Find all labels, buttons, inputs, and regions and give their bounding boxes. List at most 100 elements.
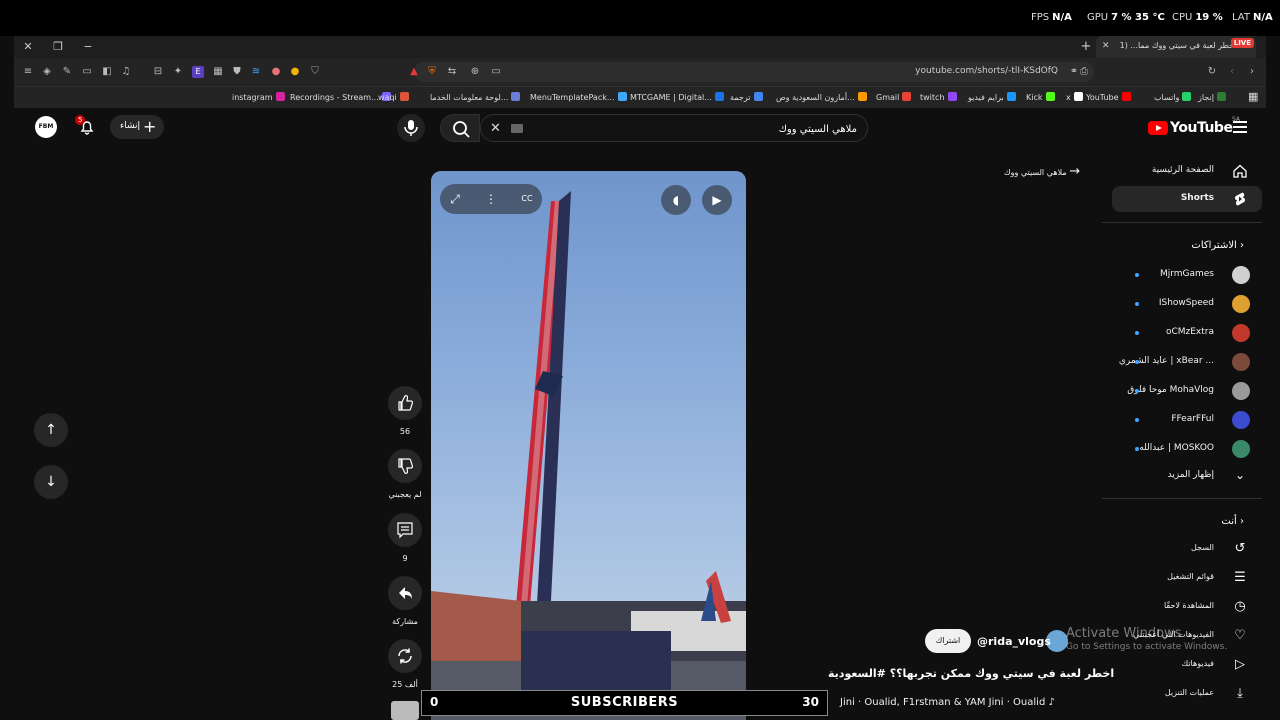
music-thumbnail[interactable] (391, 701, 419, 720)
bookmark-item[interactable]: MenuTemplatePack... (530, 92, 627, 102)
next-short-button[interactable]: ↓ (34, 465, 68, 499)
bookmark-item[interactable]: MTCGAME | Digital... (630, 92, 724, 102)
translate-icon[interactable]: ⇆ (446, 66, 458, 78)
bookmark-item[interactable]: ترجمة (730, 92, 763, 102)
wave-extension-icon[interactable]: ≋ (250, 66, 262, 78)
comments-button[interactable]: 9 (388, 513, 422, 563)
previous-short-button[interactable]: ↑ (34, 413, 68, 447)
new-content-dot (1135, 360, 1139, 364)
share-button[interactable]: مشاركة (388, 576, 422, 626)
search-input[interactable] (537, 121, 857, 137)
thumbs-down-icon (398, 458, 414, 474)
keyboard-icon[interactable] (511, 124, 523, 133)
extension-icon[interactable]: ⊟ (152, 66, 164, 78)
apps-grid-icon[interactable]: ▦ (1248, 90, 1258, 103)
close-tab-icon[interactable]: ✕ (1102, 41, 1110, 51)
back-icon[interactable]: ‹ (1226, 66, 1238, 78)
bookmark-item[interactable]: Gmail (876, 92, 912, 102)
bookmark-icon[interactable]: ⎙ (1078, 66, 1090, 78)
lion-icon[interactable]: ⛨ (426, 66, 438, 78)
bookmark-favicon-icon (1073, 92, 1083, 101)
play-icon[interactable]: ▶ (702, 185, 732, 215)
bookmark-item[interactable]: برايم فيديو (968, 92, 1016, 102)
new-tab-button[interactable]: + (1078, 39, 1094, 55)
volume-icon[interactable]: ◖ (661, 185, 691, 215)
grid-extension-icon[interactable]: ▦ (212, 66, 224, 78)
e-extension-icon[interactable]: E (192, 66, 204, 78)
pen-icon[interactable]: ✎ (61, 66, 73, 78)
bookmark-item[interactable]: twitch (920, 92, 957, 102)
bookmark-item[interactable]: لوحة معلومات الخدما... (430, 92, 521, 102)
sidebar-channel-item[interactable]: FFearFFul (1112, 407, 1262, 433)
windows-activation-watermark: Activate Windows Go to Settings to activ… (1066, 626, 1228, 652)
you-heading[interactable]: أنت › (1221, 516, 1244, 527)
forward-icon[interactable]: › (1246, 66, 1258, 78)
remix-button[interactable]: 25 ألف (388, 639, 422, 689)
dislike-button[interactable]: لم يعجبني (388, 449, 422, 499)
sidebar-channel-item[interactable]: IShowSpeed (1112, 291, 1262, 317)
music-attribution[interactable]: Jini · Oualid, F1rstman & YAM Jini · Oua… (840, 697, 1055, 708)
bookmark-item[interactable]: instagram (232, 92, 285, 102)
close-window-icon[interactable]: ✕ (20, 39, 36, 55)
bookmark-item[interactable]: Kick (1026, 92, 1055, 102)
sidebar-channel-item[interactable]: عبدالله | MOSKOO (1112, 436, 1262, 462)
zoom-icon[interactable]: ⊕ (469, 66, 481, 78)
bookmark-item[interactable]: إنجاز (1198, 92, 1226, 102)
bookmark-item[interactable]: Recordings - Stream... (290, 92, 391, 102)
channel-avatar-icon (1232, 440, 1250, 458)
brave-icon[interactable]: ▲ (408, 66, 420, 78)
downloads-icon: ⤓ (1237, 686, 1243, 701)
bookmark-item[interactable]: x (1066, 92, 1083, 102)
fullscreen-icon[interactable]: ⤢ (440, 184, 470, 214)
sidebar-item-you[interactable]: ↺ السجل (1112, 536, 1262, 562)
wallet-icon[interactable]: ▭ (81, 66, 93, 78)
sidebar-item-you[interactable]: ▷ فيديوهاتك (1112, 652, 1262, 678)
sidebar-item-you[interactable]: ⤓ عمليات التنزيل (1112, 681, 1262, 707)
show-more-button[interactable]: ⌄ إظهار المزيد (1112, 463, 1262, 489)
red-extension-icon[interactable]: ● (270, 66, 282, 78)
sidebar-item-you[interactable]: ☰ قوائم التشغيل (1112, 565, 1262, 591)
more-options-icon[interactable]: ⋮ (476, 184, 506, 214)
menu-icon[interactable]: ≡ (22, 66, 34, 78)
gray-extension-icon[interactable]: ⛉ (309, 66, 321, 78)
address-bar[interactable]: ▲ ⛨ ⇆ ⊕ ▭ youtube.com/shorts/-tlI-KSdOfQ… (410, 62, 1094, 82)
remix-count: 25 ألف (392, 680, 418, 689)
search-box[interactable]: ✕ (480, 114, 868, 142)
dislike-label: لم يعجبني (388, 490, 422, 499)
clear-search-icon[interactable]: ✕ (490, 121, 501, 136)
captions-icon[interactable]: CC (512, 184, 542, 214)
channel-name[interactable]: @rida_vlogs (977, 635, 1051, 648)
minimize-window-icon[interactable]: − (80, 39, 96, 55)
sidebar-channel-item[interactable]: MjrmGames (1112, 262, 1262, 288)
notifications-button[interactable]: 5 (75, 115, 96, 136)
like-button[interactable]: 56 (388, 386, 422, 436)
short-video-player[interactable]: ⤢ ⋮ CC ◖ ▶ (431, 171, 746, 720)
yellow-extension-icon[interactable]: ● (289, 66, 301, 78)
sidebar-item-shorts[interactable]: Shorts (1112, 186, 1262, 212)
account-avatar[interactable]: FBM (35, 116, 57, 138)
bookmark-item[interactable]: أمازون السعودية وص... (776, 92, 867, 102)
music-icon[interactable]: ♫ (120, 66, 132, 78)
subscribe-button[interactable]: اشتراك (925, 629, 971, 653)
bookmark-item[interactable]: واتساب (1154, 92, 1192, 102)
subscriptions-heading[interactable]: الاشتراكات › (1191, 240, 1244, 251)
search-back-link[interactable]: ملاهي السيتي ووك → (1004, 164, 1080, 179)
restore-window-icon[interactable]: ❐ (50, 39, 66, 55)
search-button[interactable] (440, 114, 480, 142)
sidebar-item-home[interactable]: الصفحة الرئيسية (1112, 158, 1262, 184)
bookmark-item[interactable]: waqi (378, 92, 409, 102)
puzzle-icon[interactable]: ✦ (172, 66, 184, 78)
sidebar-channel-item[interactable]: موحا فلوق MohaVlog (1112, 378, 1262, 404)
sidebar-icon[interactable]: ◧ (101, 66, 113, 78)
sidebar-item-you[interactable]: ◷ المشاهدة لاحقًا (1112, 594, 1262, 620)
shield-icon[interactable]: ◈ (41, 66, 53, 78)
shield-extension-icon[interactable]: ⛊ (231, 66, 243, 78)
sidebar-channel-item[interactable]: عايد الشمري | xBear ... (1112, 349, 1262, 375)
cast-icon[interactable]: ▭ (490, 66, 502, 78)
active-tab[interactable]: ✕ خطر لعبة في سيتي ووك مما... (1 LIVE (1096, 36, 1256, 58)
sidebar-channel-item[interactable]: oCMzExtra (1112, 320, 1262, 346)
reload-icon[interactable]: ↻ (1206, 66, 1218, 78)
voice-search-button[interactable] (397, 114, 425, 142)
create-button[interactable]: + إنشاء (110, 115, 164, 139)
bookmark-item[interactable]: YouTube (1086, 92, 1131, 102)
